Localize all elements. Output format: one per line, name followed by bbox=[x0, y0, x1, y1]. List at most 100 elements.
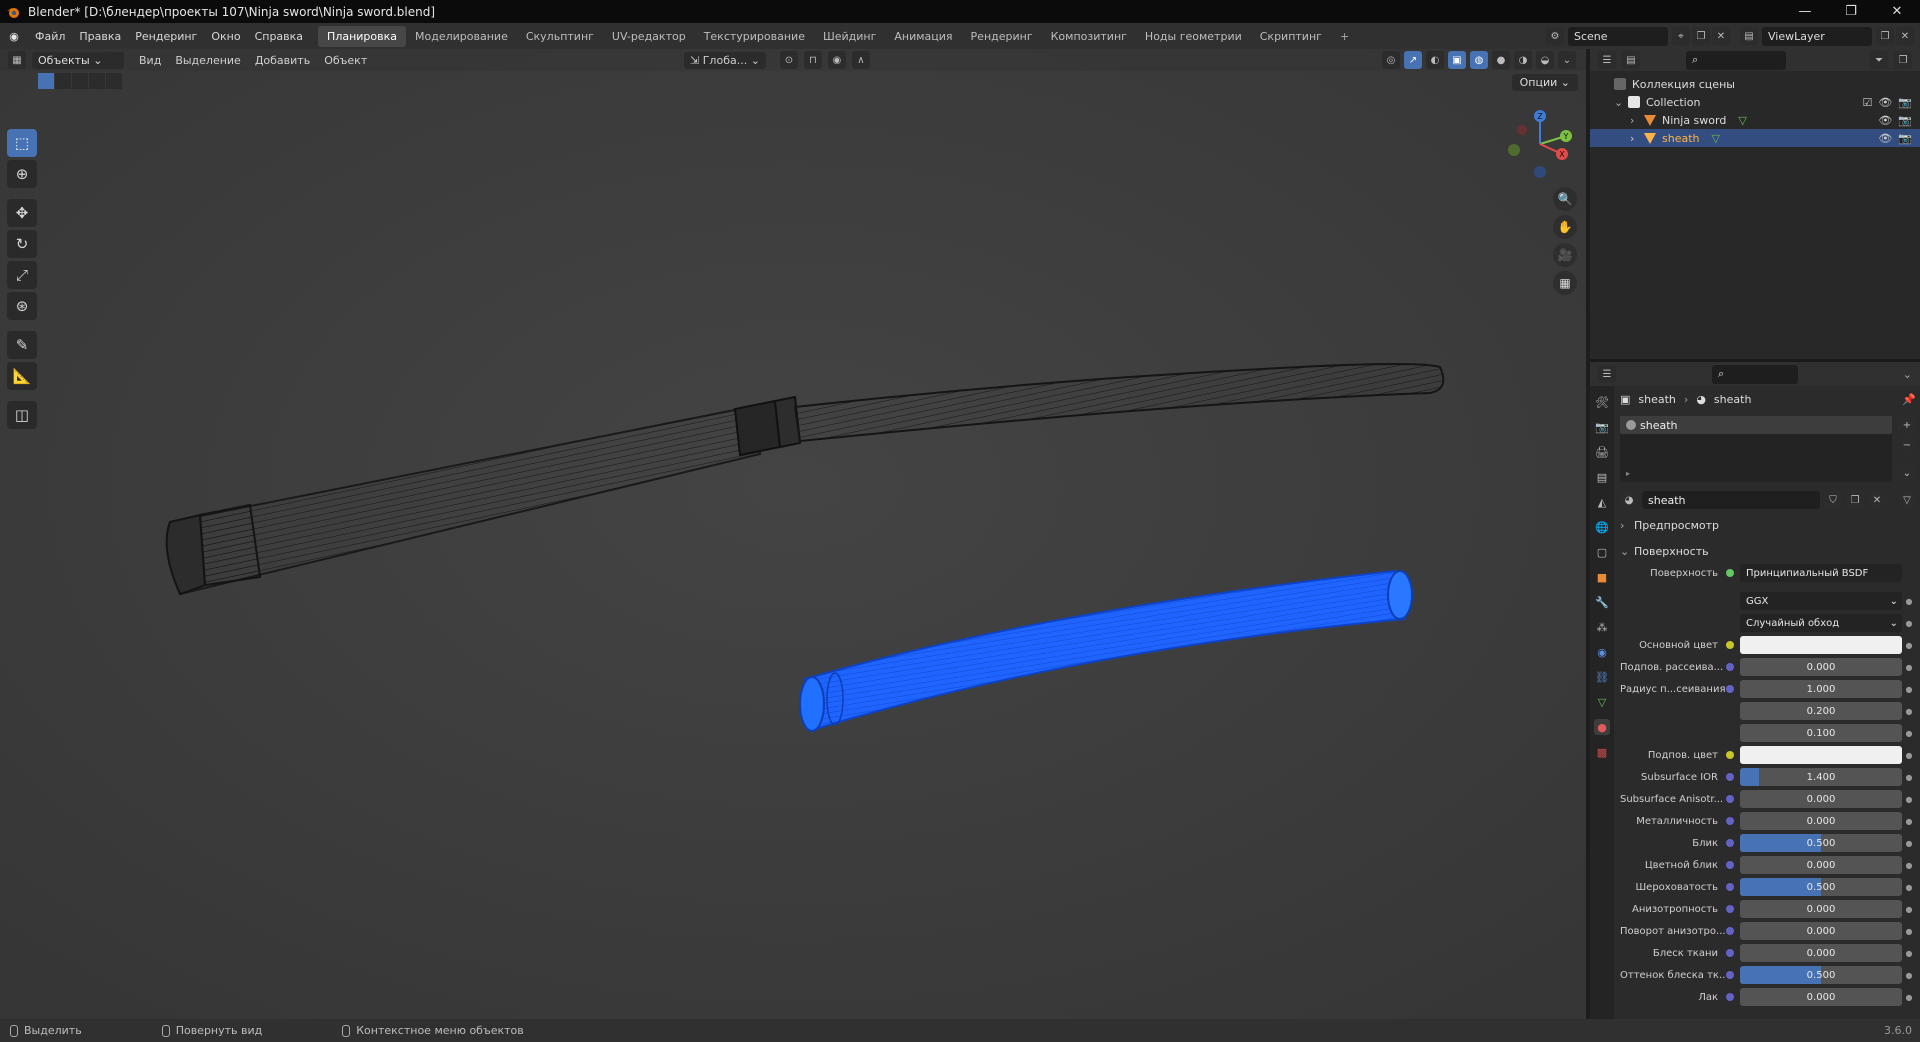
new-scene-icon[interactable]: ❐ bbox=[1692, 27, 1710, 45]
outliner-object-ninja-sword[interactable]: › Ninja sword ▽ 👁 📷 bbox=[1590, 111, 1920, 129]
rotate-tool-icon[interactable]: ↻ bbox=[7, 230, 37, 258]
minimize-icon[interactable]: — bbox=[1782, 0, 1828, 23]
animate-icon[interactable]: ● bbox=[1902, 597, 1916, 606]
animate-icon[interactable]: ● bbox=[1902, 993, 1916, 1002]
expand-icon[interactable]: › bbox=[1630, 132, 1644, 145]
cursor-tool-icon[interactable]: ⊕ bbox=[7, 160, 37, 188]
menu-file[interactable]: Файл bbox=[28, 30, 72, 43]
transform-tool-icon[interactable]: ⊛ bbox=[7, 292, 37, 320]
value-slider[interactable]: 0.100 bbox=[1740, 724, 1902, 742]
view-layer-tab-icon[interactable]: ▤ bbox=[1594, 469, 1610, 485]
value-slider[interactable]: 0.000 bbox=[1740, 922, 1902, 940]
add-workspace-icon[interactable]: + bbox=[1331, 26, 1358, 47]
restore-icon[interactable]: ❐ bbox=[1828, 0, 1874, 23]
select-subtract-icon[interactable] bbox=[72, 73, 88, 89]
scene-icon[interactable]: ⚙ bbox=[1546, 27, 1564, 45]
properties-search-input[interactable]: ⌕ bbox=[1712, 364, 1798, 384]
pivot-icon[interactable]: ⊙ bbox=[779, 51, 798, 69]
properties-options-icon[interactable]: ⌄ bbox=[1903, 368, 1912, 381]
remove-slot-icon[interactable]: − bbox=[1898, 436, 1916, 454]
input-socket-icon[interactable] bbox=[1726, 949, 1734, 957]
pan-hand-icon[interactable]: ✋ bbox=[1553, 215, 1577, 239]
value-slider[interactable]: 0.000 bbox=[1740, 988, 1902, 1006]
animate-icon[interactable]: ● bbox=[1902, 707, 1916, 716]
expand-icon[interactable]: › bbox=[1630, 114, 1644, 127]
value-slider[interactable]: 1.400 bbox=[1740, 768, 1902, 786]
new-view-layer-icon[interactable]: ❐ bbox=[1876, 27, 1894, 45]
value-slider[interactable]: 1.000 bbox=[1740, 680, 1902, 698]
constraints-tab-icon[interactable]: ⛓ bbox=[1594, 669, 1610, 685]
tool-tab-icon[interactable]: 🛠 bbox=[1594, 394, 1610, 410]
material-slot-list[interactable]: sheath ▸ bbox=[1620, 416, 1892, 482]
value-slider[interactable]: 0.000 bbox=[1740, 900, 1902, 918]
xray-icon[interactable]: ▣ bbox=[1448, 51, 1466, 69]
camera-icon[interactable]: 📷 bbox=[1898, 96, 1912, 109]
value-slider[interactable]: 0.500 bbox=[1740, 878, 1902, 896]
animate-icon[interactable]: ● bbox=[1902, 641, 1916, 650]
add-cube-tool-icon[interactable]: ◫ bbox=[7, 401, 37, 429]
tab-rendering[interactable]: Рендеринг bbox=[962, 26, 1042, 47]
falloff-icon[interactable]: ∧ bbox=[851, 51, 870, 69]
animate-icon[interactable]: ● bbox=[1902, 883, 1916, 892]
menu-render[interactable]: Рендеринг bbox=[128, 30, 204, 43]
scene-pin-icon[interactable]: ⌖ bbox=[1672, 27, 1690, 45]
collection-tab-icon[interactable]: ▢ bbox=[1594, 544, 1610, 560]
gizmo-toggle-icon[interactable]: ↗ bbox=[1404, 51, 1422, 69]
animate-icon[interactable]: ● bbox=[1902, 751, 1916, 760]
animate-icon[interactable]: ● bbox=[1902, 619, 1916, 628]
add-slot-icon[interactable]: + bbox=[1898, 416, 1916, 434]
menu-window[interactable]: Окно bbox=[204, 30, 247, 43]
3d-viewport[interactable]: ▦ Объекты ⌄ Вид Выделение Добавить Объек… bbox=[0, 49, 1586, 1019]
render-tab-icon[interactable]: 📷 bbox=[1594, 419, 1610, 435]
input-socket-icon[interactable] bbox=[1726, 795, 1734, 803]
select-box-tool-icon[interactable]: ⬚ bbox=[7, 129, 37, 157]
value-slider[interactable]: 0.000 bbox=[1740, 658, 1902, 676]
select-extend-icon[interactable] bbox=[55, 73, 71, 89]
menu-select[interactable]: Выделение bbox=[168, 54, 248, 67]
input-socket-icon[interactable] bbox=[1726, 927, 1734, 935]
tab-modeling[interactable]: Моделирование bbox=[406, 26, 517, 47]
outliner-editor-type-icon[interactable]: ☰ bbox=[1598, 51, 1616, 69]
physics-tab-icon[interactable]: ◉ bbox=[1594, 644, 1610, 660]
expand-icon[interactable]: ⌄ bbox=[1614, 96, 1628, 109]
select-invert-icon[interactable] bbox=[89, 73, 105, 89]
shader-socket-icon[interactable] bbox=[1726, 569, 1734, 577]
value-slider[interactable]: 0.000 bbox=[1740, 944, 1902, 962]
material-shading-icon[interactable]: ◑ bbox=[1514, 51, 1532, 69]
zoom-icon[interactable]: 🔍 bbox=[1553, 187, 1577, 211]
tab-texture-paint[interactable]: Текстурирование bbox=[695, 26, 814, 47]
delete-scene-icon[interactable]: ✕ bbox=[1712, 27, 1730, 45]
camera-icon[interactable]: 📷 bbox=[1898, 132, 1912, 145]
display-mode-icon[interactable]: ▤ bbox=[1622, 51, 1640, 69]
animate-icon[interactable]: ● bbox=[1902, 949, 1916, 958]
input-socket-icon[interactable] bbox=[1726, 685, 1734, 693]
material-slot[interactable]: sheath bbox=[1620, 416, 1892, 434]
modifier-tab-icon[interactable]: 🔧 bbox=[1594, 594, 1610, 610]
unlink-material-icon[interactable]: ✕ bbox=[1868, 491, 1886, 509]
animate-icon[interactable]: ● bbox=[1902, 817, 1916, 826]
output-tab-icon[interactable]: 🖨 bbox=[1594, 444, 1610, 460]
viewport-canvas[interactable] bbox=[0, 49, 1586, 1019]
tab-geometry-nodes[interactable]: Ноды геометрии bbox=[1136, 26, 1251, 47]
outliner-search-input[interactable]: ⌕ bbox=[1686, 50, 1786, 70]
visibility-icon[interactable]: ◎ bbox=[1382, 51, 1400, 69]
blender-menu-icon[interactable]: ◉ bbox=[0, 30, 28, 43]
perspective-grid-icon[interactable]: ▦ bbox=[1553, 271, 1577, 295]
select-new-icon[interactable] bbox=[38, 73, 54, 89]
fake-user-icon[interactable]: ⛉ bbox=[1824, 491, 1842, 509]
properties-editor-type-icon[interactable]: ☰ bbox=[1598, 365, 1616, 383]
new-collection-icon[interactable]: ❐ bbox=[1894, 51, 1912, 69]
eye-icon[interactable]: 👁 bbox=[1878, 132, 1892, 145]
animate-icon[interactable]: ● bbox=[1902, 861, 1916, 870]
input-socket-icon[interactable] bbox=[1726, 641, 1734, 649]
tab-sculpting[interactable]: Скульптинг bbox=[517, 26, 603, 47]
data-tab-icon[interactable]: ▽ bbox=[1594, 694, 1610, 710]
input-socket-icon[interactable] bbox=[1726, 905, 1734, 913]
camera-icon[interactable]: 📷 bbox=[1898, 114, 1912, 127]
tab-shading[interactable]: Шейдинг bbox=[814, 26, 885, 47]
checkbox-icon[interactable]: ☑ bbox=[1862, 96, 1872, 109]
animate-icon[interactable]: ● bbox=[1902, 927, 1916, 936]
value-slider[interactable]: 0.000 bbox=[1740, 812, 1902, 830]
animate-icon[interactable]: ● bbox=[1902, 729, 1916, 738]
editor-type-icon[interactable]: ▦ bbox=[8, 51, 26, 69]
